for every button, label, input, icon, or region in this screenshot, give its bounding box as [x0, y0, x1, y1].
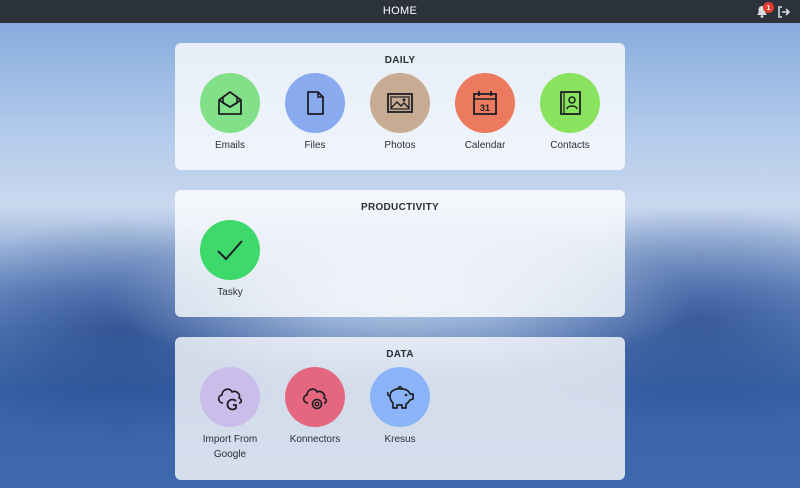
app-contacts[interactable]: Contacts — [530, 73, 610, 153]
piggy-bank-icon — [384, 381, 416, 413]
calendar-icon: 31 — [470, 88, 500, 118]
app-label: Konnectors — [289, 434, 341, 445]
app-tasky[interactable]: Tasky — [190, 220, 270, 300]
contact-book-icon — [555, 88, 585, 118]
app-konnectors[interactable]: Konnectors — [275, 367, 355, 447]
file-icon — [300, 88, 330, 118]
image-icon — [385, 88, 415, 118]
app-label: Import From Google — [202, 434, 258, 460]
section-data: DATA Import From Google Konnectors Kresu… — [175, 337, 625, 480]
app-icon-circle[interactable] — [285, 73, 345, 133]
app-kresus[interactable]: Kresus — [360, 367, 440, 447]
app-calendar[interactable]: 31 Calendar — [445, 73, 525, 153]
section-title: DATA — [386, 349, 414, 360]
app-label: Contacts — [550, 140, 590, 151]
app-import-from-google[interactable]: Import From Google — [190, 367, 270, 462]
app-label: Tasky — [217, 287, 243, 298]
app-label: Calendar — [464, 140, 506, 151]
cloud-connector-icon — [299, 381, 331, 413]
app-icon-circle[interactable] — [200, 220, 260, 280]
app-emails[interactable]: Emails — [190, 73, 270, 153]
app-label: Photos — [384, 140, 416, 151]
notification-badge: 1 — [763, 2, 774, 13]
app-label: Emails — [214, 140, 245, 151]
envelope-icon — [215, 88, 245, 118]
app-icon-circle[interactable] — [285, 367, 345, 427]
checkmark-icon — [215, 235, 245, 265]
page-title: HOME — [382, 5, 418, 17]
section-daily: DAILY Emails Files Photos 31 Calendar Co… — [175, 43, 625, 170]
app-icon-circle[interactable] — [370, 73, 430, 133]
section-title: DAILY — [384, 55, 416, 66]
app-icon-circle[interactable] — [370, 367, 430, 427]
app-label: Kresus — [384, 434, 416, 445]
app-icon-circle[interactable] — [540, 73, 600, 133]
logout-icon[interactable] — [776, 4, 792, 20]
app-icon-circle[interactable]: 31 — [455, 73, 515, 133]
app-files[interactable]: Files — [275, 73, 355, 153]
app-label: Files — [304, 140, 326, 151]
top-bar: HOME 1 — [0, 0, 800, 23]
calendar-day-text: 31 — [480, 103, 490, 113]
section-productivity: PRODUCTIVITY Tasky — [175, 190, 625, 317]
cloud-google-icon — [214, 381, 246, 413]
section-title: PRODUCTIVITY — [360, 202, 440, 213]
app-photos[interactable]: Photos — [360, 73, 440, 153]
app-icon-circle[interactable] — [200, 73, 260, 133]
app-icon-circle[interactable] — [200, 367, 260, 427]
